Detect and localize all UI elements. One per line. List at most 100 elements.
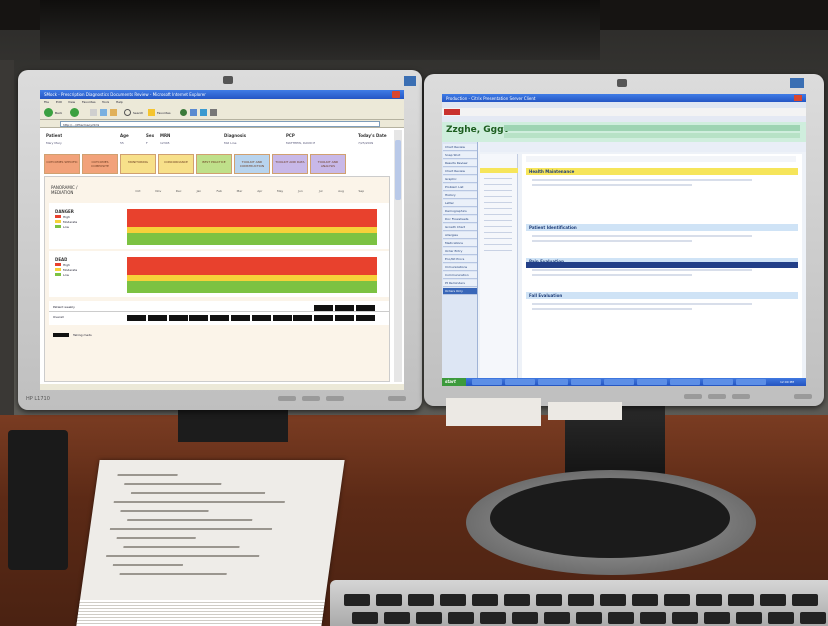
nav-item[interactable]: Immunizations (443, 264, 477, 271)
tab-3[interactable]: CONCORDANCE (158, 154, 194, 174)
key[interactable] (352, 612, 378, 624)
back-label[interactable]: Back (55, 111, 62, 115)
key[interactable] (344, 594, 370, 606)
adherence-bar (168, 315, 188, 321)
refresh-icon[interactable] (100, 109, 107, 116)
nav-item[interactable]: Snap Shot (443, 152, 477, 159)
menu-view[interactable]: View (68, 100, 75, 104)
menu-file[interactable]: File (44, 100, 49, 104)
nav-item[interactable]: Allergies (443, 232, 477, 239)
nav-item[interactable]: Letter (443, 200, 477, 207)
key[interactable] (664, 594, 690, 606)
nav-item[interactable]: Results Review (443, 160, 477, 167)
favorites-label[interactable]: Favorites (157, 111, 171, 115)
order-section[interactable]: Patient Identification (526, 224, 798, 231)
search-icon[interactable] (124, 109, 131, 116)
nav-item[interactable]: Medications (443, 240, 477, 247)
nav-item[interactable]: Orders Only (443, 288, 477, 295)
nav-item[interactable]: History (443, 192, 477, 199)
taskbar-item[interactable] (604, 379, 634, 385)
scrollbar[interactable] (394, 130, 402, 382)
taskbar-item[interactable] (505, 379, 535, 385)
key[interactable] (640, 612, 666, 624)
nav-item[interactable]: Demographics (443, 208, 477, 215)
risk-band (127, 281, 377, 287)
nav-item[interactable]: Communication (443, 272, 477, 279)
key[interactable] (544, 612, 570, 624)
nav-item[interactable]: Pt Reminders (443, 280, 477, 287)
key[interactable] (504, 594, 530, 606)
home-icon[interactable] (110, 109, 117, 116)
media-icon[interactable] (180, 109, 187, 116)
close-icon[interactable] (794, 95, 802, 101)
back-icon[interactable] (44, 108, 53, 117)
key[interactable] (472, 594, 498, 606)
forward-icon[interactable] (70, 108, 79, 117)
key[interactable] (736, 612, 762, 624)
close-icon[interactable] (392, 91, 400, 98)
key[interactable] (416, 612, 442, 624)
tab-6[interactable]: TOOLKIT AND DATA (272, 154, 308, 174)
taskbar-item[interactable] (538, 379, 568, 385)
nav-item[interactable]: Enc/Kit Procs (443, 256, 477, 263)
key[interactable] (704, 612, 730, 624)
nav-item[interactable]: Problem List (443, 184, 477, 191)
tab-1[interactable]: OUTCOMES COMPOSITE (82, 154, 118, 174)
key[interactable] (512, 612, 538, 624)
print-icon[interactable] (210, 109, 217, 116)
key[interactable] (480, 612, 506, 624)
key[interactable] (384, 612, 410, 624)
order-section[interactable]: Fall Evaluation (526, 292, 798, 299)
start-button[interactable]: start (442, 378, 466, 386)
taskbar-item[interactable] (703, 379, 733, 385)
taskbar-item[interactable] (472, 379, 502, 385)
key[interactable] (448, 612, 474, 624)
nav-item[interactable]: Chart Review (443, 168, 477, 175)
menu-help[interactable]: Help (116, 100, 123, 104)
menu-edit[interactable]: Edit (56, 100, 62, 104)
favorites-icon[interactable] (148, 109, 155, 116)
tab-0[interactable]: OUTCOMES SPECIFIC (44, 154, 80, 174)
tab-7[interactable]: TOOLKIT AND ANALYSIS (310, 154, 346, 174)
taskbar-item[interactable] (637, 379, 667, 385)
taskbar-item[interactable] (571, 379, 601, 385)
nav-item[interactable]: Doc Flowsheets (443, 216, 477, 223)
key[interactable] (536, 594, 562, 606)
epic-button[interactable] (444, 109, 460, 115)
address-input[interactable]: http://...//Pharmacy.html (60, 121, 380, 127)
key[interactable] (376, 594, 402, 606)
monitor-buttons[interactable] (278, 396, 408, 402)
taskbar-item[interactable] (670, 379, 700, 385)
key[interactable] (608, 612, 634, 624)
key[interactable] (672, 612, 698, 624)
tab-5[interactable]: TOOLKIT AND CONSTRUCTION (234, 154, 270, 174)
stop-icon[interactable] (90, 109, 97, 116)
key[interactable] (792, 594, 818, 606)
key[interactable] (768, 612, 794, 624)
key[interactable] (568, 594, 594, 606)
menu-favorites[interactable]: Favorites (82, 100, 96, 104)
nav-item[interactable]: Chart Review (443, 144, 477, 151)
key[interactable] (800, 612, 826, 624)
key[interactable] (696, 594, 722, 606)
key[interactable] (408, 594, 434, 606)
search-label[interactable]: Search (133, 111, 143, 115)
taskbar-item[interactable] (736, 379, 766, 385)
tab-4[interactable]: BEST PRACTICE (196, 154, 232, 174)
key[interactable] (728, 594, 754, 606)
key[interactable] (760, 594, 786, 606)
key[interactable] (576, 612, 602, 624)
nav-item[interactable]: Graphic (443, 176, 477, 183)
nav-item[interactable]: Growth Chart (443, 224, 477, 231)
history-icon[interactable] (190, 109, 197, 116)
order-section[interactable]: Health Maintenance (526, 168, 798, 175)
tab-2[interactable]: MONITORING (120, 154, 156, 174)
legend-swatch (53, 333, 69, 337)
menu-tools[interactable]: Tools (102, 100, 109, 104)
mail-icon[interactable] (200, 109, 207, 116)
key[interactable] (600, 594, 626, 606)
key[interactable] (632, 594, 658, 606)
key[interactable] (440, 594, 466, 606)
monitor-buttons[interactable] (684, 394, 814, 400)
nav-item[interactable]: Order Entry (443, 248, 477, 255)
